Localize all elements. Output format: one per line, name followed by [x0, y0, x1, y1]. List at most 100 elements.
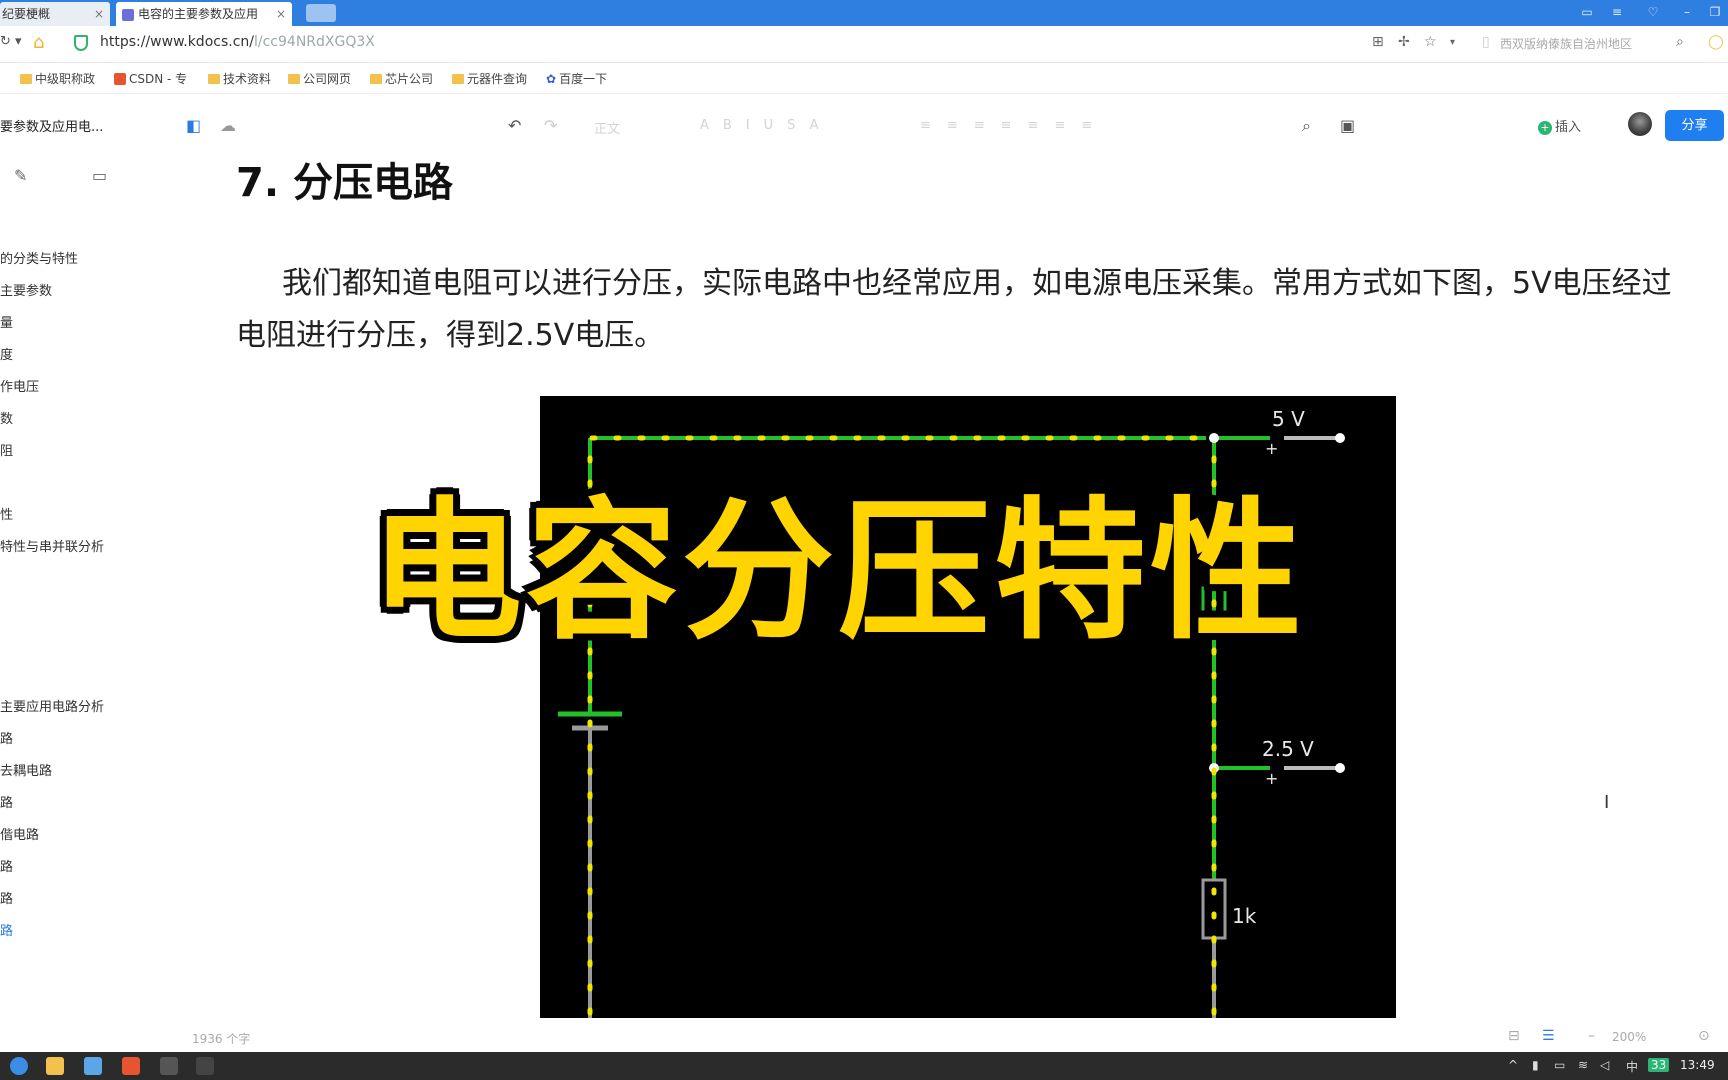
menu-icon[interactable]: ≡ [1608, 4, 1626, 20]
plus-sign-mid: + [1265, 769, 1278, 788]
label-5v: 5 V [1272, 407, 1305, 431]
tab-label: 电容的主要参数及应用 [138, 7, 259, 21]
bookmark-label: 芯片公司 [385, 72, 434, 86]
document-icon [122, 8, 134, 21]
terminal-25v-dot [1335, 763, 1345, 773]
bookmark-label: 公司网页 [303, 72, 352, 86]
redo-icon[interactable]: ↷ [544, 116, 557, 135]
bookmark-item[interactable]: 技术资料 [208, 70, 271, 87]
toc-item[interactable]: 主要应用电路分析 [0, 696, 104, 715]
comment-icon[interactable]: ▣ [1340, 116, 1355, 135]
plus-icon: + [1538, 121, 1552, 135]
web-view-icon[interactable]: ☰ [1542, 1028, 1555, 1044]
url-path: l/cc94NRdXGQ3X [254, 34, 375, 50]
zoom-level[interactable]: 200% [1612, 1030, 1646, 1044]
zoom-out-icon[interactable]: – [1588, 1028, 1595, 1044]
wifi-icon[interactable]: ≋ [1578, 1058, 1588, 1072]
back-icon[interactable]: ↻ ▾ [0, 34, 22, 49]
toc-item[interactable]: 偕电路 [0, 824, 39, 843]
start-icon[interactable] [10, 1057, 28, 1075]
paragraph-icons: ≡≡≡≡≡≡≡ [920, 118, 1109, 133]
word-count[interactable]: 1936 个字 [192, 1030, 250, 1047]
toc-item-active[interactable]: 路 [0, 920, 13, 939]
window-icon[interactable]: ▭ [1578, 4, 1596, 20]
toc-item[interactable]: 路 [0, 856, 13, 875]
toc-item[interactable]: 性 [0, 504, 13, 523]
edit-icon[interactable]: ✎ [14, 166, 27, 185]
outline-toggle-icon[interactable]: ◧ [186, 116, 201, 135]
taskbar: ^ ▮ ▭ ≋ ◁ 中 33 13:49 [0, 1052, 1728, 1080]
toc-item[interactable]: 阻 [0, 440, 13, 459]
search-icon[interactable]: ⌕ [1676, 34, 1684, 50]
bookmark-item[interactable]: 公司网页 [288, 70, 351, 87]
wps-icon[interactable] [122, 1057, 140, 1075]
sidebar: 要参数及应用电... ✎ ▭ 的分类与特性 主要参数 量 度 作电压 数 阻 性… [0, 94, 160, 1050]
label-25v: 2.5 V [1262, 737, 1314, 761]
folder-icon [208, 74, 220, 84]
toc-item[interactable]: 路 [0, 728, 13, 747]
app-icon[interactable] [196, 1057, 214, 1075]
clock: 13:49 [1680, 1058, 1715, 1072]
toc-item[interactable]: 量 [0, 312, 13, 331]
bookmark-label: CSDN - 专 [129, 72, 188, 86]
format-icons: ABIUSA [700, 118, 833, 133]
new-tab-button[interactable] [306, 4, 336, 22]
folder-icon [288, 74, 300, 84]
sidebar-doc-title[interactable]: 要参数及应用电... [0, 116, 103, 135]
tab-capacitor-doc[interactable]: 电容的主要参数及应用 × [116, 2, 292, 26]
ime-indicator[interactable]: 中 [1626, 1058, 1638, 1075]
bookmark-item[interactable]: 中级职称政 [20, 70, 95, 87]
tab-label: 纪要梗概 [2, 7, 51, 21]
star-icon[interactable]: ☆ [1424, 34, 1437, 50]
chevron-down-icon[interactable]: ▾ [1450, 37, 1455, 48]
url-input[interactable]: https://www.kdocs.cn/l/cc94NRdXGQ3X [100, 34, 375, 50]
search-engine-icon[interactable]: ▯ [1482, 34, 1490, 50]
bookmark-item[interactable]: ✿ 百度一下 [546, 70, 607, 87]
avatar[interactable] [1628, 112, 1652, 136]
search-input[interactable]: 西双版纳傣族自治州地区 [1500, 35, 1632, 52]
toc-item[interactable]: 路 [0, 888, 13, 907]
folder-outline-icon[interactable]: ▭ [92, 166, 107, 185]
search-icon[interactable]: ⌕ [1302, 116, 1311, 136]
home-icon[interactable]: ⌂ [33, 32, 44, 53]
page-view-icon[interactable]: ⊟ [1508, 1028, 1520, 1044]
close-icon[interactable]: × [276, 2, 286, 26]
settings-icon[interactable] [160, 1057, 178, 1075]
toc-item[interactable]: 度 [0, 344, 13, 363]
mic-icon[interactable]: ▮ [1532, 1058, 1539, 1072]
help-icon[interactable]: ⊙ [1698, 1028, 1710, 1044]
text-cursor-icon: I [1604, 792, 1610, 813]
toc-item[interactable]: 路 [0, 792, 13, 811]
bookmark-item[interactable]: 元器件查询 [452, 70, 527, 87]
label-r2: 1k [1232, 904, 1257, 928]
volume-icon[interactable]: ◁ [1600, 1058, 1609, 1072]
maximize-icon[interactable]: ❐ [1706, 4, 1724, 20]
browser-icon[interactable] [84, 1057, 102, 1075]
grid-icon[interactable]: ⊞ [1372, 34, 1384, 50]
cloud-sync-icon: ☁ [220, 116, 236, 135]
skin-icon[interactable]: ♡ [1644, 4, 1662, 20]
style-select[interactable]: 正文 [594, 118, 620, 137]
circle-icon[interactable]: ◯ [1708, 34, 1724, 50]
terminal-5v-dot [1335, 433, 1345, 443]
tray-arrow-icon[interactable]: ^ [1508, 1058, 1518, 1072]
file-explorer-icon[interactable] [46, 1057, 64, 1075]
toc-item[interactable]: 去耦电路 [0, 760, 52, 779]
bookmarks-bar: 中级职称政 CSDN - 专 技术资料 公司网页 芯片公司 元器件查询 ✿ 百度一… [0, 63, 1728, 94]
toc-item[interactable]: 数 [0, 408, 13, 427]
tab-minutes[interactable]: 纪要梗概 × [0, 2, 110, 26]
network-icon[interactable]: ▭ [1554, 1058, 1565, 1072]
minimize-icon[interactable]: – [1678, 4, 1696, 20]
extension-icon[interactable]: ✢ [1398, 34, 1410, 50]
toc-item[interactable]: 的分类与特性 [0, 248, 78, 267]
close-icon[interactable]: × [94, 2, 104, 26]
toc-item[interactable]: 作电压 [0, 376, 39, 395]
undo-icon[interactable]: ↶ [508, 116, 521, 135]
bookmark-item[interactable]: CSDN - 专 [114, 70, 187, 87]
notification-badge[interactable]: 33 [1648, 1058, 1670, 1072]
toc-item[interactable]: 特性与串并联分析 [0, 536, 104, 555]
share-button[interactable]: 分享 [1665, 110, 1724, 141]
toc-item[interactable]: 主要参数 [0, 280, 52, 299]
insert-button[interactable]: + 插入 [1538, 116, 1581, 135]
bookmark-item[interactable]: 芯片公司 [370, 70, 433, 87]
